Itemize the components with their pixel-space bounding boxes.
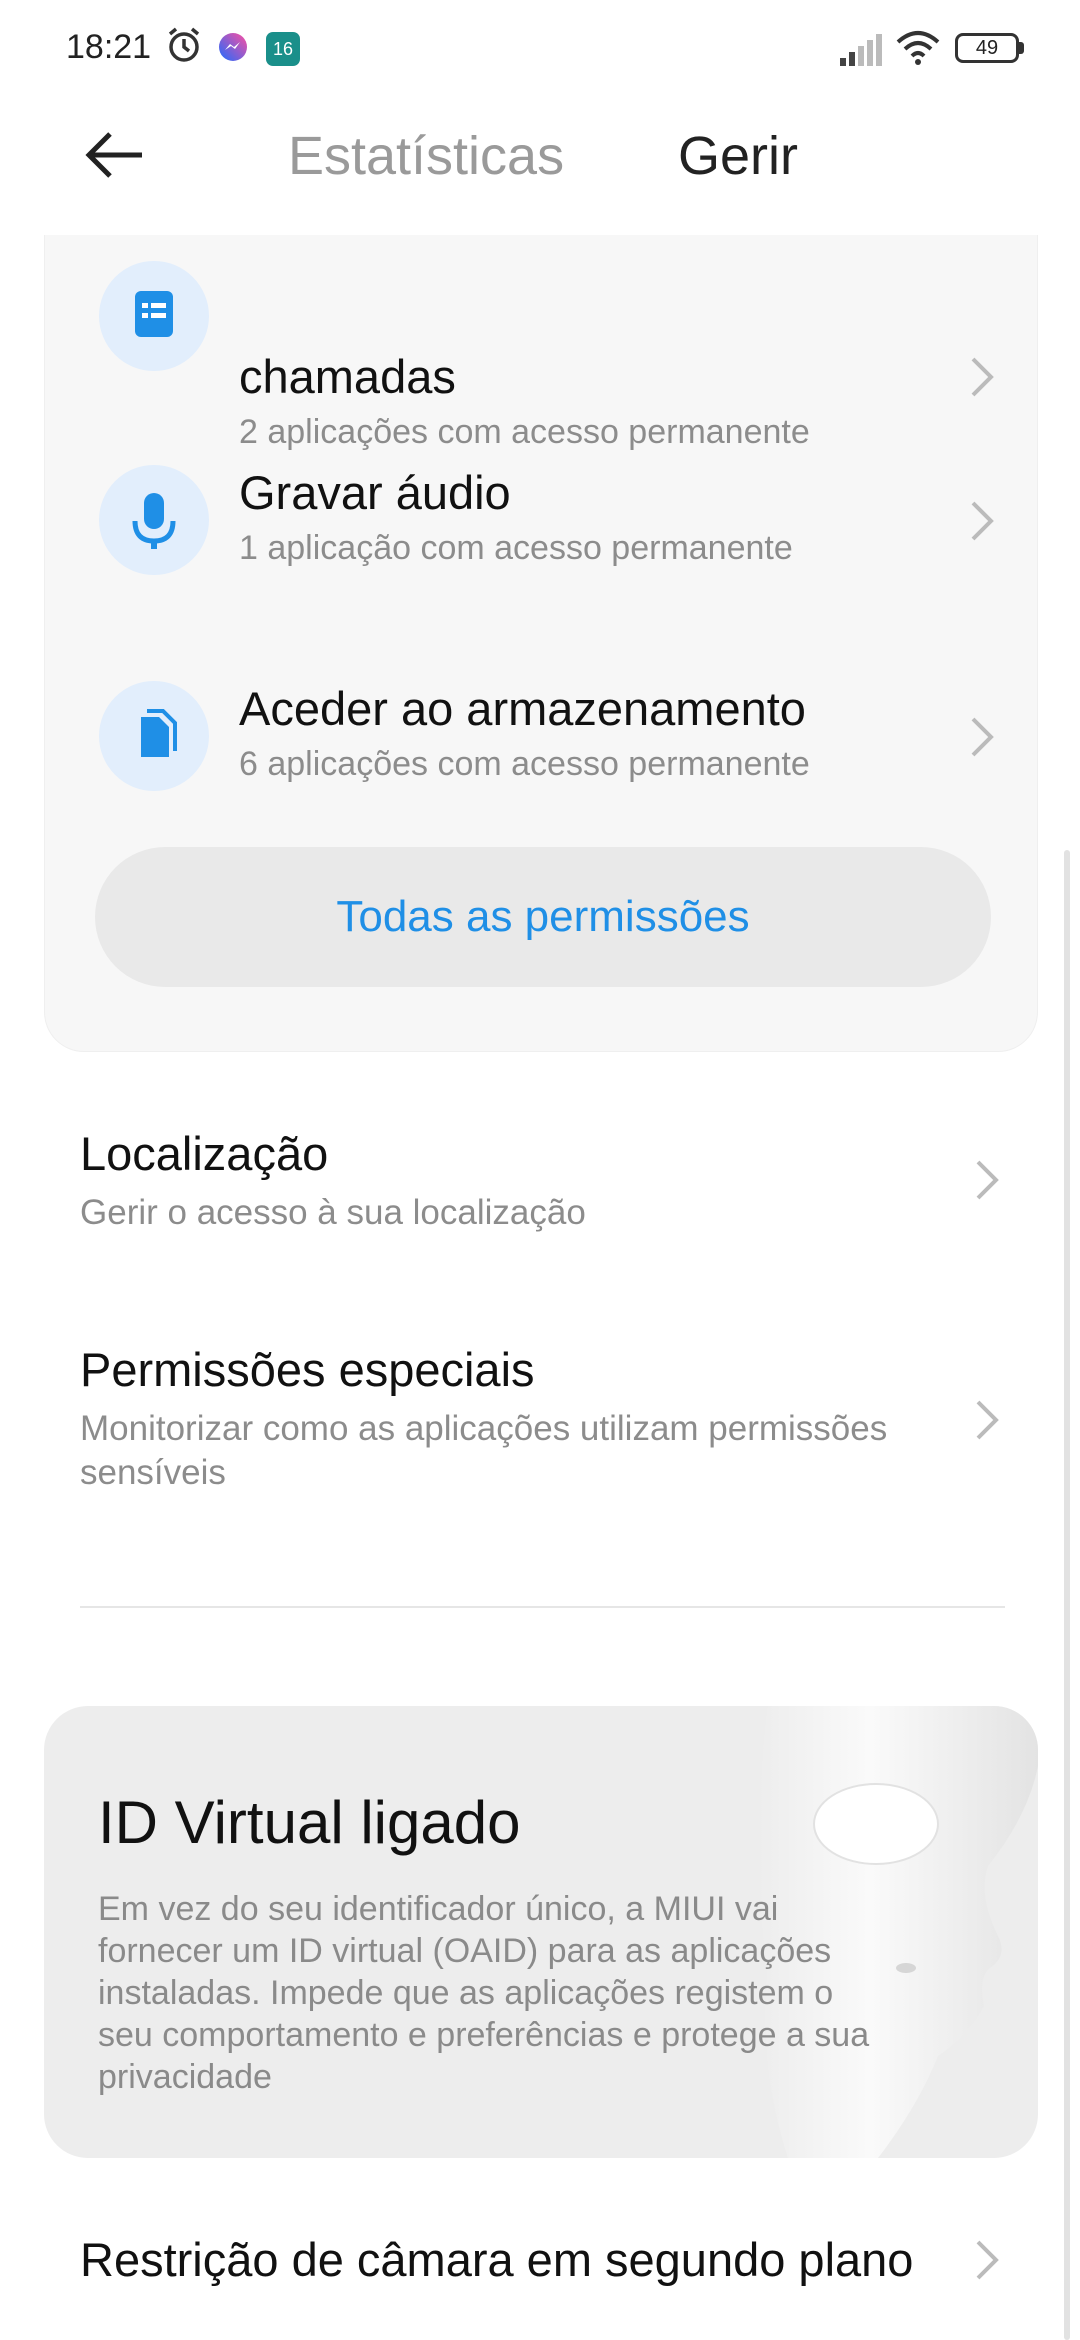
call-log-icon	[99, 261, 209, 371]
permission-title: Gravar áudio	[239, 466, 511, 519]
microphone-icon	[99, 465, 209, 575]
special-permissions-item[interactable]: Permissões especiais Monitorizar como as…	[80, 1342, 980, 1495]
permissions-card: chamadas 2 aplicações com acesso permane…	[44, 120, 1038, 1052]
chevron-right-icon	[971, 501, 994, 541]
permission-subtitle: 6 aplicações com acesso permanente	[239, 745, 810, 783]
chevron-right-icon	[971, 357, 994, 397]
alarm-icon	[168, 27, 200, 62]
permission-title: Aceder ao armazenamento	[239, 682, 806, 735]
back-arrow-icon[interactable]	[80, 125, 150, 185]
battery-level: 49	[975, 37, 999, 59]
permission-row-record-audio[interactable]: Gravar áudio 1 aplicação com acesso perm…	[45, 465, 1039, 665]
all-permissions-button[interactable]: Todas as permissões	[95, 847, 991, 987]
chevron-right-icon	[976, 1400, 999, 1440]
permission-subtitle: 1 aplicação com acesso permanente	[239, 529, 793, 567]
permission-title: chamadas	[239, 350, 456, 403]
chevron-right-icon	[976, 2240, 999, 2280]
special-permissions-subtitle: Monitorizar como as aplicações utilizam …	[80, 1409, 888, 1492]
tab-manage[interactable]: Gerir	[678, 125, 798, 187]
location-item[interactable]: Localização Gerir o acesso à sua localiz…	[80, 1126, 1010, 1235]
camera-restriction-item[interactable]: Restrição de câmara em segundo plano	[80, 2232, 913, 2287]
signal-icon	[840, 34, 882, 66]
location-subtitle: Gerir o acesso à sua localização	[80, 1193, 586, 1232]
clock: 18:21	[66, 28, 152, 66]
battery-tip	[1019, 42, 1024, 54]
divider	[80, 1606, 1005, 1608]
permission-subtitle: 2 aplicações com acesso permanente	[239, 413, 810, 451]
scrollbar[interactable]	[1064, 850, 1070, 2340]
tab-statistics[interactable]: Estatísticas	[288, 125, 564, 187]
app-notification-icon: 16	[266, 32, 300, 66]
messenger-icon	[219, 33, 247, 61]
status-bar: 18:21 16 49	[0, 0, 1080, 100]
chevron-right-icon	[976, 1160, 999, 1200]
special-permissions-title: Permissões especiais	[80, 1343, 535, 1396]
storage-icon	[99, 681, 209, 791]
wifi-icon	[896, 31, 940, 65]
location-title: Localização	[80, 1127, 329, 1180]
virtual-id-title: ID Virtual ligado	[98, 1789, 521, 1856]
virtual-id-description: Em vez do seu identificador único, a MIU…	[98, 1890, 870, 2096]
virtual-id-card[interactable]: ID Virtual ligado Em vez do seu identifi…	[44, 1706, 1038, 2158]
chevron-right-icon	[971, 717, 994, 757]
